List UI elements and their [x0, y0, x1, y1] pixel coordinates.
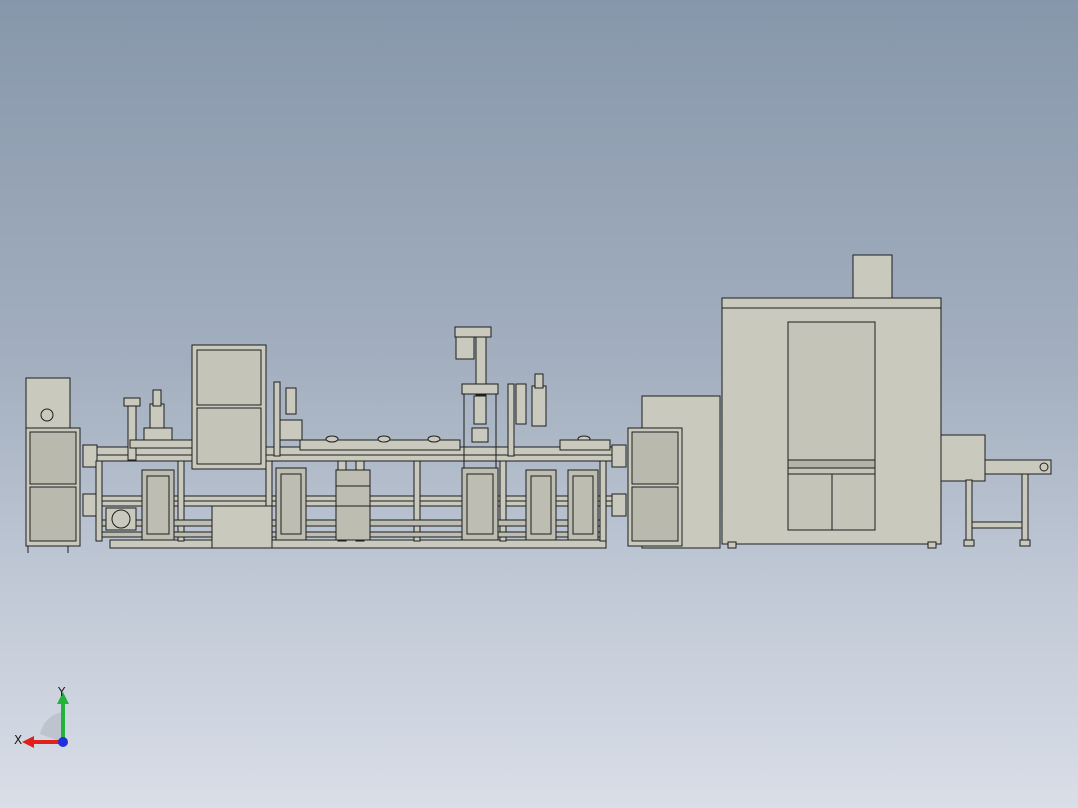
left-cabinet[interactable] — [25, 377, 81, 553]
cad-viewport[interactable]: Y X — [0, 0, 1078, 808]
x-arrow-head-icon — [22, 736, 34, 748]
outfeed-conveyor[interactable] — [940, 434, 1052, 547]
z-axis-dot-icon — [58, 737, 68, 747]
door-cabinet[interactable] — [191, 344, 273, 549]
assembly-model[interactable] — [0, 0, 1078, 808]
station-3-press[interactable] — [454, 326, 499, 541]
large-enclosure[interactable] — [721, 254, 942, 549]
triad-plane — [40, 712, 62, 742]
right-cabinet[interactable] — [627, 395, 721, 549]
orientation-triad: Y X — [14, 685, 69, 748]
x-axis-label: X — [14, 733, 22, 747]
y-axis-label: Y — [57, 685, 66, 699]
